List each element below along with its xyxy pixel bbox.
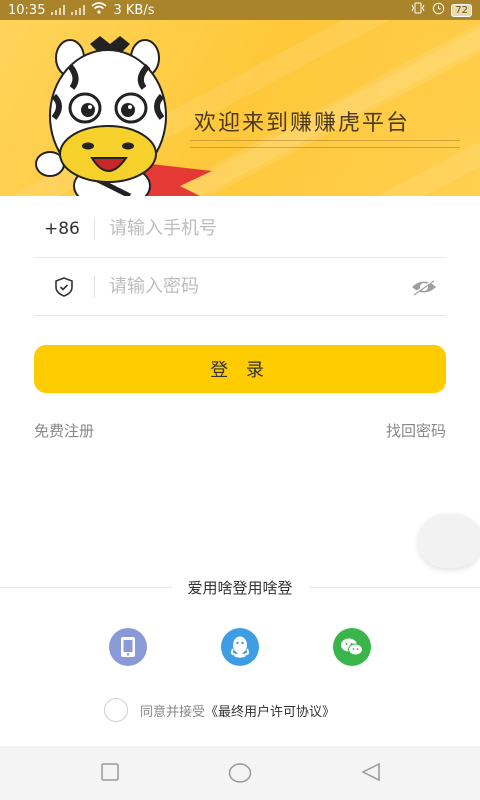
agreement-row: 同意并接受 《最终用户许可协议》 (104, 698, 335, 722)
phone-login-icon[interactable] (109, 628, 147, 666)
wechat-icon[interactable] (333, 628, 371, 666)
social-login-divider: 爱用啥登用啥登 (0, 574, 480, 600)
login-button[interactable]: 登 录 (34, 345, 446, 393)
password-input[interactable] (109, 276, 446, 297)
status-bar: 10:35 3 KB/s 72 (0, 0, 480, 20)
password-row (34, 258, 446, 316)
floating-assist-button[interactable] (418, 514, 480, 568)
back-icon[interactable] (360, 762, 382, 786)
welcome-underline (190, 140, 460, 148)
eula-link[interactable]: 《最终用户许可协议》 (205, 701, 335, 720)
battery-icon: 72 (451, 3, 472, 17)
status-time: 10:35 (8, 2, 46, 18)
signal-icon (51, 5, 66, 15)
home-icon[interactable] (228, 762, 252, 788)
zebra-mascot-icon (35, 36, 212, 196)
signal-icon (71, 5, 86, 15)
login-form: +86 (34, 200, 446, 316)
wifi-icon (91, 2, 107, 18)
agreement-prefix: 同意并接受 (140, 704, 206, 720)
vibrate-icon (410, 2, 426, 18)
system-nav-bar (0, 746, 480, 800)
divider (94, 217, 95, 240)
agreement-checkbox[interactable] (104, 698, 128, 722)
qq-icon[interactable] (221, 628, 259, 666)
shield-icon (34, 276, 94, 298)
eye-hidden-icon[interactable] (410, 278, 438, 300)
welcome-text: 欢迎来到赚赚虎平台 (194, 111, 411, 136)
recent-apps-icon[interactable] (100, 762, 120, 786)
divider (94, 275, 95, 298)
network-speed: 3 KB/s (113, 2, 155, 18)
register-link[interactable]: 免费注册 (34, 420, 94, 441)
recover-password-link[interactable]: 找回密码 (386, 420, 446, 441)
alarm-icon (432, 2, 445, 19)
social-login-title: 爱用啥登用啥登 (187, 578, 293, 597)
phone-input[interactable] (109, 218, 446, 239)
phone-row: +86 (34, 200, 446, 258)
welcome-banner: 欢迎来到赚赚虎平台 (0, 20, 480, 196)
country-code[interactable]: +86 (34, 219, 94, 239)
